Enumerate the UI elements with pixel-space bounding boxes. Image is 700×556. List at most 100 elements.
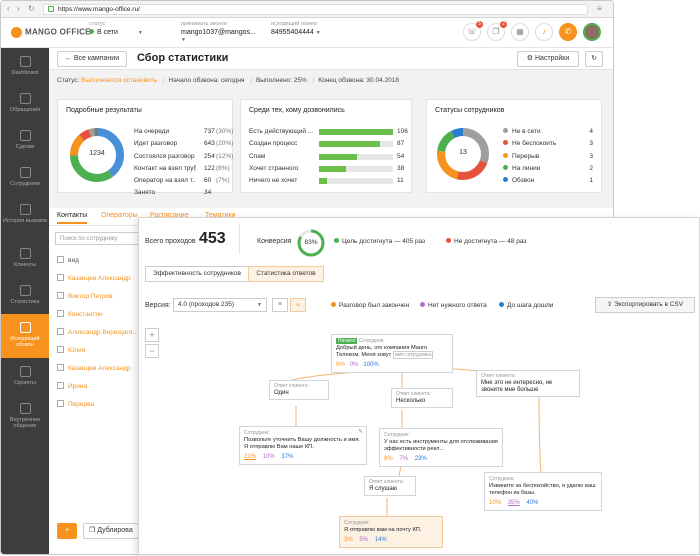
stop-link[interactable]: Выполняется остановить <box>81 77 157 84</box>
contact-name: Виктор Петров <box>68 293 113 300</box>
bar-track <box>319 129 393 135</box>
node-text: Мне это не интересно, не звоните мне бол… <box>481 380 553 393</box>
missed-calls-icon[interactable]: ☏ 5 <box>463 21 483 41</box>
node-text: Я слушаю <box>369 486 398 492</box>
checkbox[interactable] <box>57 346 64 353</box>
pct-no-answer: 35% <box>507 500 520 506</box>
list-item[interactable]: Константин <box>57 310 103 318</box>
flow-node-employee[interactable]: Сотрудник: У нас есть инструменты для от… <box>379 428 503 467</box>
reload-icon[interactable]: ↻ <box>28 4 35 13</box>
flow-node-client[interactable]: Ответ клиента: Мне это не интересно, не з… <box>476 370 580 397</box>
flow-node-client[interactable]: Ответ клиента: Один <box>269 380 329 400</box>
copy-icon[interactable]: ❐ 2 <box>487 21 507 41</box>
pct-finished: 0% <box>336 362 345 368</box>
logo-text: MANGO OFFICE <box>25 27 91 37</box>
checkbox[interactable] <box>57 400 64 407</box>
employee-status-row: На линии 2 <box>503 163 597 175</box>
add-contact-button[interactable]: + <box>57 523 77 539</box>
sidebar-item-history[interactable]: История вызовов <box>1 196 49 240</box>
duplicate-button[interactable]: ❐ Дублирова <box>83 523 139 539</box>
employee-status-row: Не в сети 4 <box>503 126 597 138</box>
sidebar-label: Обращения <box>9 107 41 113</box>
tab-contacts[interactable]: Контакты <box>57 212 88 224</box>
list-item[interactable]: Ирина <box>57 382 87 390</box>
row-pct: (30%) <box>216 128 234 135</box>
bar-track <box>319 153 393 160</box>
flow-node-start[interactable]: Начало Сотрудник: Добрый день, это компа… <box>331 334 453 373</box>
list-item[interactable]: Перерва <box>57 400 94 408</box>
bar-fill <box>319 141 380 148</box>
refresh-button[interactable]: ↻ <box>585 51 603 67</box>
back-arrow-icon[interactable]: ‹ <box>7 4 10 13</box>
result-row: На очереди 737 (30%) <box>134 126 234 138</box>
employee-status-row: Не беспокоить 3 <box>503 138 597 150</box>
gear-icon: ⚙ <box>526 55 535 62</box>
forward-arrow-icon[interactable]: › <box>17 4 20 13</box>
checkbox[interactable] <box>57 328 64 335</box>
row-value: 54 <box>397 152 405 160</box>
sidebar-item-employees[interactable]: Сотрудники <box>1 159 49 196</box>
settings-button[interactable]: ⚙ Настройки <box>517 51 579 67</box>
sidebar-item-clients[interactable]: Клиенты <box>1 240 49 277</box>
scripts-icon <box>20 366 31 377</box>
list-item[interactable]: Юлия <box>57 346 85 354</box>
campaign-status: Статус: Выполняется остановить | Начало о… <box>49 70 613 92</box>
row-value: 3 <box>589 152 593 160</box>
status-select[interactable]: статус В сети ▼ <box>89 21 153 36</box>
status-dot-icon <box>503 140 508 146</box>
flow-node-client[interactable]: Ответ клиента: Несколько <box>391 388 453 408</box>
checkbox[interactable] <box>57 382 64 389</box>
row-pct: (20%) <box>216 140 234 148</box>
edit-pencil-icon[interactable]: ✎ <box>358 429 363 436</box>
checkbox[interactable] <box>57 364 64 371</box>
back-label: Все кампании <box>73 55 120 62</box>
list-item[interactable]: Казанцев Александр <box>57 274 131 282</box>
sidebar-item-requests[interactable]: Обращения <box>1 85 49 122</box>
clients-icon <box>20 248 31 259</box>
avatar[interactable] <box>583 23 601 41</box>
refresh-icon: ↻ <box>591 55 597 62</box>
contact-name: Казанцев Александр <box>68 365 131 372</box>
sidebar-item-dashboard[interactable]: Dashboard <box>1 48 49 85</box>
list-item[interactable]: Александр Верещаги... <box>57 328 138 336</box>
back-button[interactable]: ← Все кампании <box>57 51 127 67</box>
checkbox[interactable] <box>57 292 64 299</box>
status-dot-icon <box>503 164 508 170</box>
incoming-select[interactable]: принимать звонки mango1037@mangos... ▼ <box>181 21 261 43</box>
row-value: 38 <box>397 164 405 172</box>
result-row: Идет разговор 643 (20%) <box>134 138 234 150</box>
sidebar-item-stats[interactable]: Статистика <box>1 277 49 314</box>
bar-fill <box>319 129 393 135</box>
sidebar-item-chat[interactable]: Внутренние общение <box>1 395 49 439</box>
list-item[interactable]: Казанцев Александр <box>57 364 131 372</box>
flow-node-employee[interactable]: Сотрудник: Извините за беспокойство, я у… <box>484 472 602 511</box>
tab-operators[interactable]: Операторы <box>101 212 138 219</box>
row-value: 4 <box>589 128 593 135</box>
status-prefix: Статус: <box>57 77 80 84</box>
search-input[interactable]: Поиск по сотруднику <box>55 232 139 245</box>
checkbox[interactable] <box>57 274 64 281</box>
flow-node-employee-end[interactable]: Сотрудник: Я отправлю вам на почту КП. 3… <box>339 516 443 548</box>
reached-row: Спам 54 <box>249 151 409 163</box>
connector <box>291 371 370 381</box>
flow-node-employee[interactable]: Сотрудник: Позвольте уточнить Вашу должн… <box>239 426 367 465</box>
menu-icon[interactable]: ≡ <box>597 4 602 13</box>
sidebar: Dashboard Обращения Сделки Сотрудники Ис… <box>1 48 49 554</box>
outgoing-select[interactable]: исходящий номер 84955404444 ▼ <box>271 21 351 36</box>
checkbox[interactable] <box>57 256 64 263</box>
flow-node-client[interactable]: Ответ клиента: Я слушаю <box>364 476 416 496</box>
list-item[interactable]: вид <box>57 256 79 264</box>
phone-icon[interactable]: ✆ <box>559 23 577 41</box>
list-item[interactable]: Виктор Петров <box>57 292 113 300</box>
pct-reached: 100% <box>363 362 379 368</box>
sidebar-item-scripts[interactable]: Скрипты <box>1 358 49 395</box>
bell-icon[interactable]: ♪ <box>535 23 553 41</box>
users-icon <box>20 167 31 178</box>
row-label: Создан процесс <box>249 140 298 148</box>
sidebar-item-deals[interactable]: Сделки <box>1 122 49 159</box>
contact-name: Казанцев Александр <box>68 275 131 282</box>
address-bar[interactable]: https://www.mango-office.ru/ <box>43 4 588 15</box>
sidebar-item-outgoing[interactable]: Исходящий обзвон <box>1 314 49 358</box>
calendar-icon[interactable]: ▦ <box>511 23 529 41</box>
checkbox[interactable] <box>57 310 64 317</box>
